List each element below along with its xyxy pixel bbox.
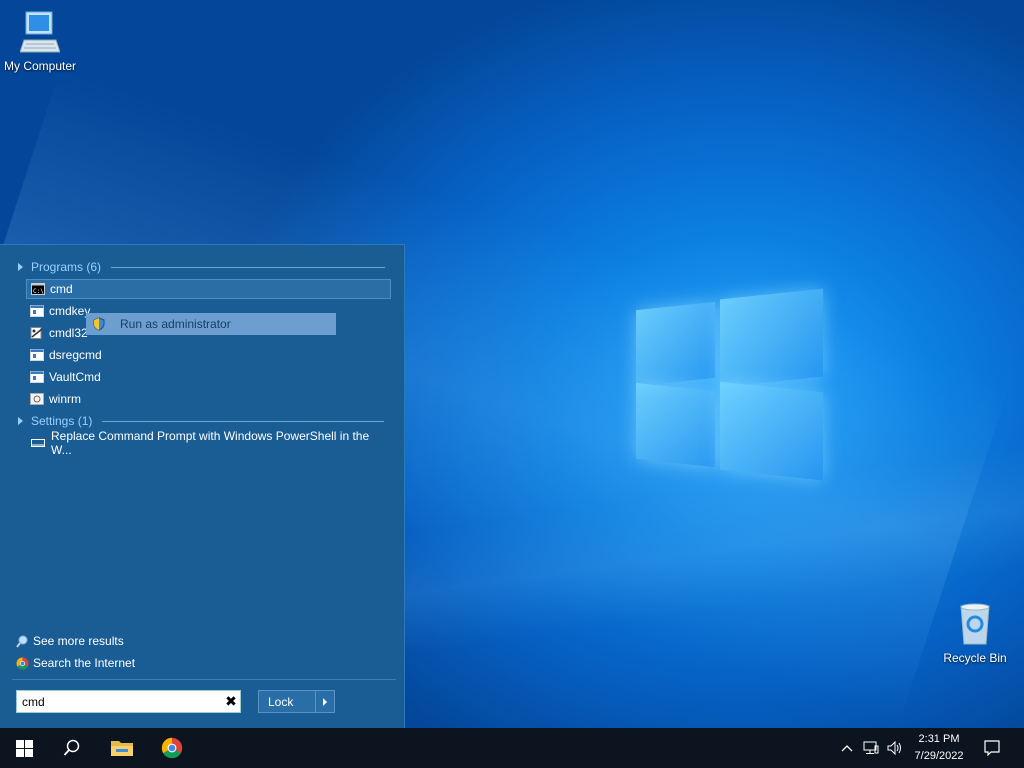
dialer-icon <box>30 327 43 339</box>
settings-section-header[interactable]: Settings (1) <box>18 413 384 429</box>
program-label: dsregcmd <box>49 348 102 362</box>
start-menu-divider <box>12 679 396 680</box>
network-icon <box>863 741 879 754</box>
programs-section-header[interactable]: Programs (6) <box>18 259 385 275</box>
search-internet-link[interactable]: Search the Internet <box>16 656 135 670</box>
volume-icon <box>887 741 901 755</box>
program-label: winrm <box>49 392 81 406</box>
computer-icon <box>19 11 61 53</box>
desktop-icon-label: My Computer <box>3 59 77 73</box>
search-icon <box>16 635 28 648</box>
desktop-icon-label: Recycle Bin <box>943 651 1007 665</box>
program-label: cmdl32 <box>49 326 88 340</box>
taskbar-clock[interactable]: 2:31 PM 7/29/2022 <box>902 731 976 765</box>
program-item-cmd[interactable]: C:\ cmd <box>26 279 391 299</box>
taskbar-settings-icon <box>31 439 45 447</box>
program-label: cmd <box>50 282 73 296</box>
context-menu-run-as-admin[interactable]: Run as administrator <box>86 313 336 335</box>
chrome-taskbar-button[interactable] <box>148 728 196 768</box>
chrome-icon <box>161 737 183 759</box>
settings-label: Replace Command Prompt with Windows Powe… <box>51 429 370 457</box>
clear-search-icon[interactable]: ✖ <box>222 693 240 710</box>
desktop-icon-my-computer[interactable]: My Computer <box>2 10 78 73</box>
chevron-right-icon <box>323 697 327 706</box>
see-more-label: See more results <box>33 634 124 648</box>
search-icon <box>63 739 80 756</box>
console-icon: C:\ <box>31 283 45 295</box>
chrome-icon <box>16 656 29 670</box>
show-hidden-icons-button[interactable] <box>836 728 858 768</box>
lock-button[interactable]: Lock <box>258 690 335 713</box>
see-more-results-link[interactable]: See more results <box>16 634 124 648</box>
windows-logo-icon <box>15 739 33 757</box>
power-options-arrow-button[interactable] <box>315 691 334 712</box>
program-item-vaultcmd[interactable]: VaultCmd <box>26 367 391 387</box>
program-label: cmdkey <box>49 304 91 318</box>
section-title: Programs (6) <box>31 260 102 274</box>
start-search-input[interactable] <box>17 693 222 710</box>
search-internet-label: Search the Internet <box>33 656 136 670</box>
script-icon <box>30 393 44 405</box>
chevron-up-icon <box>841 745 853 752</box>
expand-triangle-icon <box>18 263 23 271</box>
clock-time: 2:31 PM <box>918 733 960 745</box>
section-divider <box>102 420 384 422</box>
program-item-dsregcmd[interactable]: dsregcmd <box>26 345 391 365</box>
action-center-button[interactable] <box>978 728 1006 768</box>
network-tray-button[interactable] <box>860 728 882 768</box>
settings-item-replace-cmd[interactable]: Replace Command Prompt with Windows Powe… <box>26 429 391 457</box>
file-explorer-button[interactable] <box>98 728 146 768</box>
folder-icon <box>111 741 133 756</box>
svg-text:C:\: C:\ <box>33 288 44 295</box>
clock-date: 7/29/2022 <box>914 750 964 762</box>
program-item-winrm[interactable]: winrm <box>26 389 391 409</box>
desktop-icon-recycle-bin[interactable]: Recycle Bin <box>938 602 1012 665</box>
uac-shield-icon <box>93 317 105 331</box>
expand-triangle-icon <box>18 417 23 425</box>
notification-icon <box>984 740 1000 756</box>
context-menu-label: Run as administrator <box>120 317 231 331</box>
window-app-icon <box>30 349 44 361</box>
window-app-icon <box>30 305 44 317</box>
start-button[interactable] <box>0 728 48 768</box>
start-search-box[interactable]: ✖ <box>16 690 241 713</box>
taskbar: 2:31 PM 7/29/2022 <box>0 728 1024 768</box>
taskbar-search-button[interactable] <box>48 728 96 768</box>
lock-label: Lock <box>268 694 294 709</box>
program-label: VaultCmd <box>49 370 101 384</box>
section-title: Settings (1) <box>31 414 93 428</box>
windows-wallpaper-logo <box>636 288 823 481</box>
section-divider <box>111 266 385 268</box>
window-app-icon <box>30 371 44 383</box>
recycle-bin-icon <box>960 603 990 645</box>
